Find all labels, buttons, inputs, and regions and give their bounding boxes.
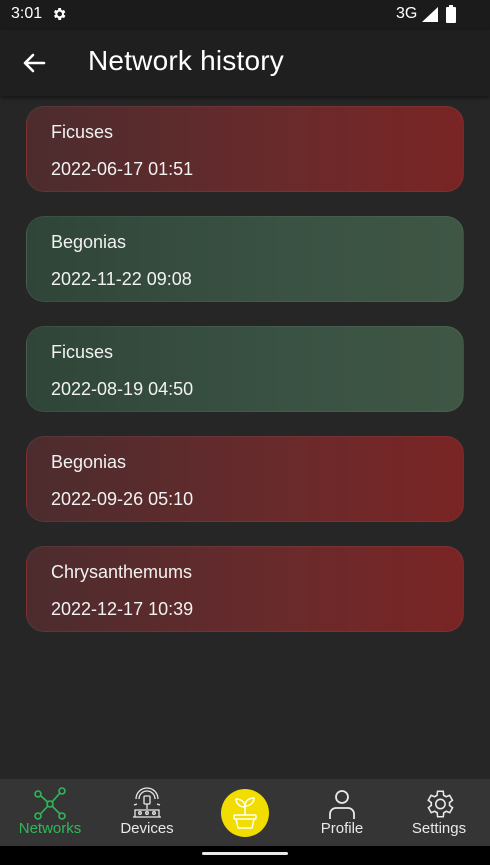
timestamp: 2022-12-17 10:39 (51, 599, 194, 619)
page-title: Network history (88, 45, 284, 76)
plant-pot-icon (233, 797, 257, 829)
arrow-left-icon[interactable] (18, 47, 50, 79)
plant-name: Ficuses (51, 342, 114, 362)
history-list: Ficuses 2022-06-17 01:51 Begonias 2022-1… (26, 106, 464, 656)
history-card[interactable]: Begonias 2022-09-26 05:10 (26, 436, 464, 522)
history-card[interactable]: Ficuses 2022-08-19 04:50 (26, 326, 464, 412)
nav-devices[interactable]: Devices (98, 779, 196, 846)
plant-name: Begonias (51, 452, 127, 472)
nav-label: Settings (411, 820, 467, 837)
screen: 3:01 3G Network history Ficuses 2022-06-… (0, 0, 490, 865)
status-bar: 3:01 3G (0, 0, 490, 30)
gesture-area (0, 846, 490, 865)
status-time: 3:01 (11, 5, 43, 22)
plant-name: Begonias (51, 232, 127, 252)
plant-home-button[interactable] (221, 789, 269, 837)
nav-label: Networks (18, 820, 82, 837)
sprinkler-icon (133, 787, 161, 818)
network-type: 3G (396, 5, 418, 22)
gear-icon (427, 790, 454, 818)
home-gesture-handle[interactable] (202, 852, 288, 855)
nav-profile[interactable]: Profile (293, 779, 391, 846)
timestamp: 2022-08-19 04:50 (51, 379, 194, 399)
battery-icon (446, 5, 456, 23)
nav-settings[interactable]: Settings (390, 779, 488, 846)
app-bar: Network history (0, 30, 490, 96)
plant-name: Chrysanthemums (51, 562, 193, 582)
plant-name: Ficuses (51, 122, 114, 142)
network-icon (34, 787, 66, 820)
gear-icon (53, 8, 66, 20)
timestamp: 2022-06-17 01:51 (51, 159, 194, 179)
timestamp: 2022-11-22 09:08 (51, 269, 192, 289)
timestamp: 2022-09-26 05:10 (51, 489, 194, 509)
history-card[interactable]: Chrysanthemums 2022-12-17 10:39 (26, 546, 464, 632)
nav-networks[interactable]: Networks (1, 779, 99, 846)
history-card[interactable]: Ficuses 2022-06-17 01:51 (26, 106, 464, 192)
signal-icon (422, 7, 438, 22)
nav-label: Devices (120, 820, 174, 837)
person-icon (329, 790, 355, 819)
nav-label: Profile (320, 820, 364, 837)
history-card[interactable]: Begonias 2022-11-22 09:08 (26, 216, 464, 302)
